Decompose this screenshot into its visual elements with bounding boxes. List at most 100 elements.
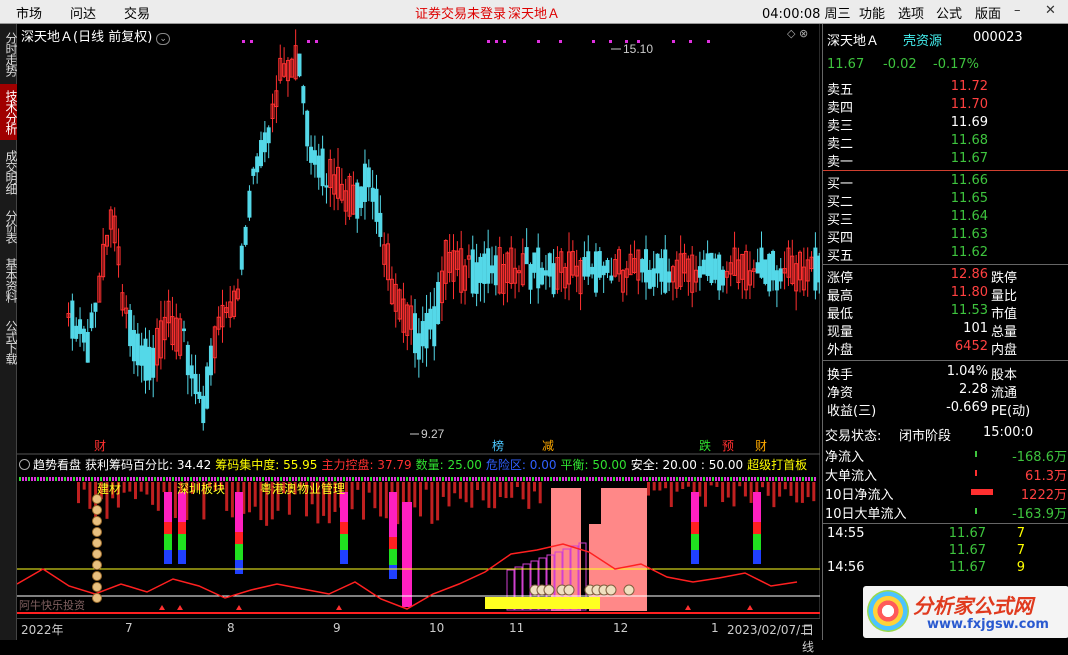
band-dot [346,477,348,481]
candle-body [767,253,772,292]
close-icon[interactable]: ✕ [1045,3,1056,18]
band-dot [223,477,225,481]
sector-label: 建材 [97,482,121,496]
stack-blue [389,565,397,579]
candle-body [659,258,664,282]
candlestick-chart[interactable]: 15.0014.5014.0013.5013.0012.5012.0011.50… [17,24,820,618]
candle-body [89,312,94,329]
stat-row: 外盘 6452 内盘 [823,339,1068,358]
band-dot [742,477,744,481]
chart-title-text: 深天地Ａ(日线 前复权) [21,30,153,45]
band-dot [622,477,624,481]
band-dot [403,477,405,481]
minimize-icon[interactable]: – [1014,3,1021,18]
control-bar [664,482,668,489]
band-dot [118,477,120,481]
band-dot [415,477,417,481]
band-dot [619,477,621,481]
band-dot [571,477,573,481]
band-dot [649,477,651,481]
control-bar [134,482,137,500]
candle-body [143,338,148,381]
menu-formula[interactable]: 公式 [936,3,962,22]
period-label[interactable]: 日线 [802,621,820,655]
candle-body [78,319,83,334]
candle-body [547,253,552,277]
tab-technical[interactable]: 技术分析 [0,84,18,140]
settings-circle-icon[interactable] [19,459,30,470]
candle-body [490,265,494,274]
band-dot [58,477,60,481]
band-dot [625,477,627,481]
control-bar [162,482,166,493]
login-notice[interactable]: 证券交易未登录 [415,3,506,22]
band-dot [202,477,204,481]
candle-body [301,86,306,104]
tab-fundamentals[interactable]: 基本资料 [0,252,18,308]
control-bar [464,482,468,503]
candle-body [651,268,656,287]
band-dot [586,477,588,481]
coin-icon [92,582,102,592]
indicator-value: 筹码集中度: 55.95 [215,458,318,472]
candle-body [151,347,156,378]
event-marker: 财 [94,439,106,453]
candle-body [243,226,248,245]
menu-ask[interactable]: 问达 [70,3,96,22]
band-dot [292,477,294,481]
coin-icon [92,538,102,548]
control-bar [481,482,485,501]
band-dot [811,477,813,481]
tab-formula-download[interactable]: 公式下载 [0,314,18,370]
band-dot [79,477,81,481]
flow-row-cell: 10日大单流入 [825,507,907,522]
stack-magenta [753,492,761,522]
stat2-row-cell: -0.669 [946,400,988,415]
menu-trade[interactable]: 交易 [124,3,150,22]
band-dot [145,477,147,481]
stat2-row: 收益(三) -0.669 PE(动) [823,400,1068,419]
stat-row-cell: 量比 [991,289,1018,304]
band-dot [754,477,756,481]
chart-settings-icon[interactable]: ◇ ⊗ [787,27,808,40]
candle-body [424,312,429,349]
band-dot [706,477,708,481]
candle-body [701,259,706,275]
control-bar [139,482,143,492]
tab-intraday[interactable]: 分时走势 [0,26,18,82]
event-marker: 减 [542,439,554,453]
control-bar [732,482,736,507]
candle-body [147,346,152,381]
control-bar [362,482,365,520]
stat2-row: 换手 1.04% 股本 [823,364,1068,383]
chevron-down-icon[interactable]: ⌄ [156,33,170,45]
band-dot [514,477,516,481]
menu-market[interactable]: 市场 [16,3,42,22]
ask-row: 卖五 11.72 [823,79,1068,98]
tick-row-cell: 11.67 [948,560,986,575]
up-arrow-icon [685,605,691,610]
candle-body [359,186,364,208]
tab-price-table[interactable]: 分价表 [0,204,18,248]
flow-bar [975,451,977,457]
tab-trades[interactable]: 成交明细 [0,144,18,200]
stat-row-cell: 101 [963,321,988,336]
stack-green [691,534,699,550]
band-dot [232,477,234,481]
candle-body [721,269,725,286]
sector-label: 物业管理 [297,481,345,496]
menu-function[interactable]: 功能 [859,3,885,22]
control-bar [493,482,497,509]
menu-stock-name: 深天地Ａ [508,7,561,22]
candle-body [309,146,314,163]
bid-row-cell: 买五 [827,249,854,264]
control-bar [356,482,360,490]
band-dot [160,477,162,481]
band-dot [277,477,279,481]
band-dot [661,477,663,481]
menu-layout[interactable]: 版面 [975,3,1001,22]
menu-options[interactable]: 选项 [898,3,924,22]
stat-row: 最高 11.80 量比 [823,285,1068,304]
band-dot [124,477,126,481]
stack-magenta [389,492,397,537]
